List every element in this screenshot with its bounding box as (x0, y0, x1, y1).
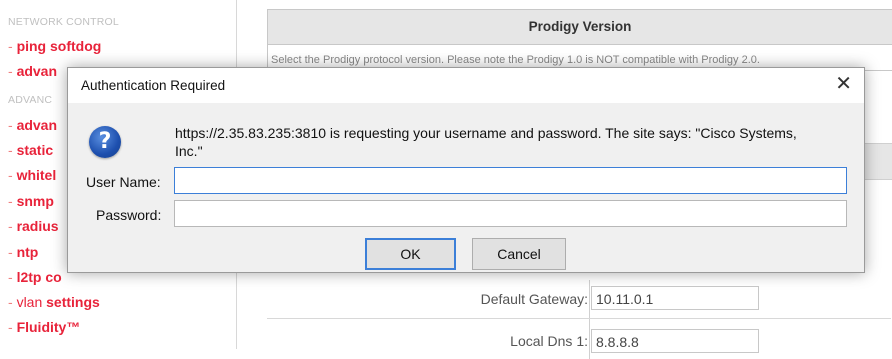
cancel-button[interactable]: Cancel (472, 238, 566, 270)
sidebar-section-network-control: NETWORK CONTROL (8, 16, 119, 28)
ok-button[interactable]: OK (365, 238, 456, 270)
dialog-titlebar: Authentication Required ✕ (68, 68, 864, 103)
column-separator (589, 319, 590, 359)
username-label: User Name: (86, 174, 161, 190)
local-dns-row: Local Dns 1: 8.8.8.8 (267, 319, 891, 359)
sidebar-section-advanced: ADVANC (8, 94, 53, 106)
sidebar-item-static[interactable]: - static (8, 142, 53, 158)
sidebar-item-advanced-2[interactable]: - advan (8, 117, 57, 133)
column-separator (589, 280, 590, 318)
sidebar-item-whitelist[interactable]: - whitel (8, 167, 56, 183)
prodigy-version-panel: Prodigy Version Select the Prodigy proto… (267, 9, 892, 71)
prodigy-version-description: Select the Prodigy protocol version. Ple… (271, 54, 760, 66)
sidebar-item-advanced-1[interactable]: - advan (8, 63, 57, 79)
sidebar-item-vlan-settings[interactable]: - vlan settings (8, 294, 100, 310)
dialog-title: Authentication Required (81, 78, 226, 93)
authentication-dialog: Authentication Required ✕ ? https://2.35… (67, 67, 865, 273)
password-label: Password: (96, 207, 162, 223)
local-dns-label: Local Dns 1: (510, 333, 588, 349)
default-gateway-label: Default Gateway: (480, 291, 588, 307)
sidebar-item-l2tp[interactable]: - l2tp co (8, 269, 62, 285)
prodigy-version-title: Prodigy Version (268, 10, 892, 45)
question-icon: ? (89, 126, 121, 158)
sidebar-item-ntp[interactable]: - ntp (8, 244, 38, 260)
sidebar-item-ping-softdog[interactable]: - ping softdog (8, 38, 101, 54)
local-dns-field[interactable]: 8.8.8.8 (591, 329, 759, 353)
sidebar-item-radius[interactable]: - radius (8, 218, 59, 234)
username-input[interactable] (174, 167, 847, 194)
default-gateway-row: Default Gateway: 10.11.0.1 (267, 280, 891, 319)
auth-message: https://2.35.83.235:3810 is requesting y… (175, 125, 797, 159)
sidebar-item-fluidity[interactable]: - Fluidity™ (8, 319, 80, 335)
password-input[interactable] (174, 200, 847, 227)
sidebar-item-snmp[interactable]: - snmp (8, 193, 54, 209)
default-gateway-field[interactable]: 10.11.0.1 (591, 286, 759, 310)
close-icon[interactable]: ✕ (835, 74, 852, 94)
